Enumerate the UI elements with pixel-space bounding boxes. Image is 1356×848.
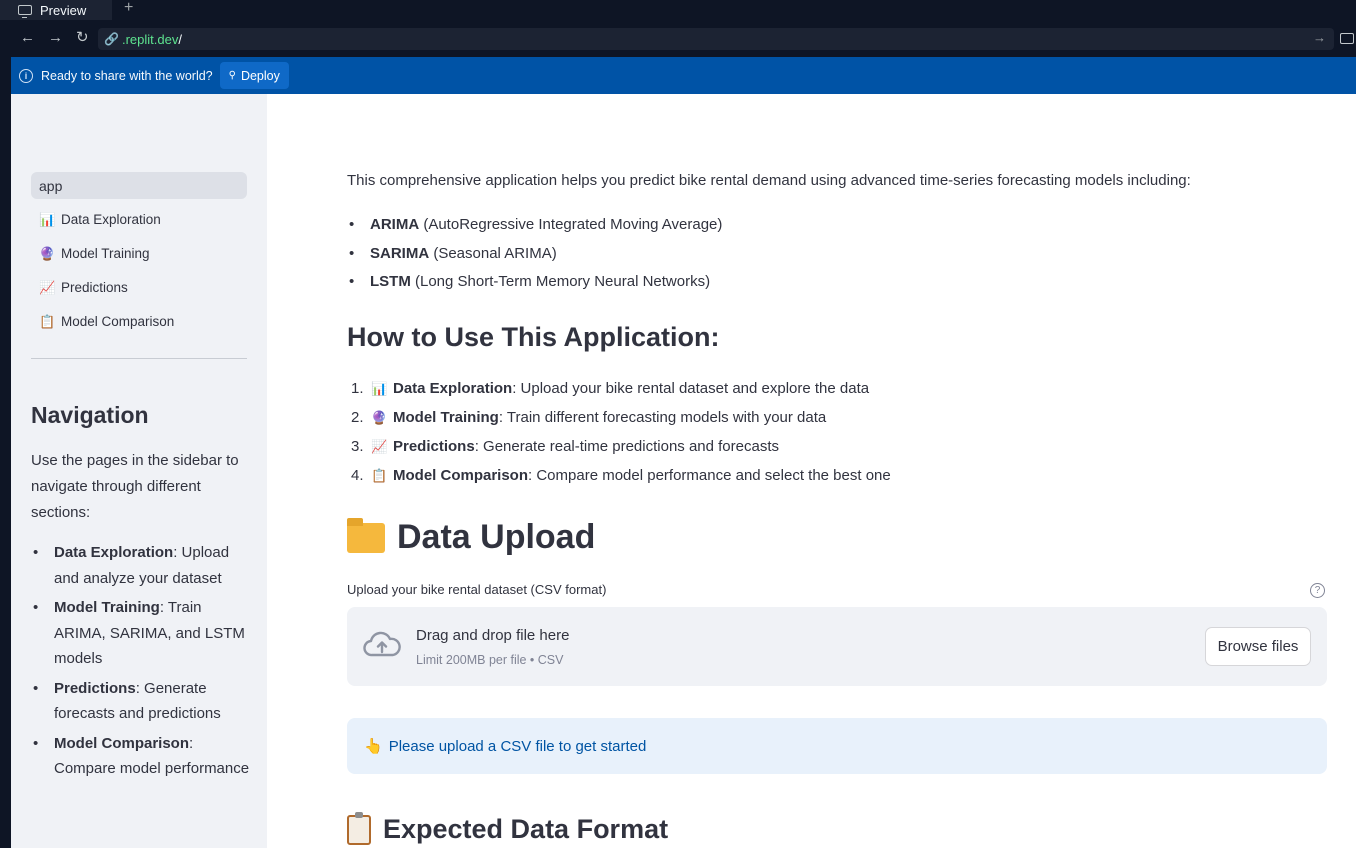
clipboard-icon: 📋 [371,468,388,483]
sidebar-item-data-exploration[interactable]: 📊 Data Exploration [31,206,247,233]
sidebar-divider [31,358,247,359]
sidebar-intro: Use the pages in the sidebar to navigate… [31,452,239,521]
url-path: / [178,31,182,47]
help-icon[interactable]: ? [1310,583,1325,598]
list-item: 2. 🔮 Model Training: Train different forec… [347,403,891,432]
sidebar-item-label: Data Exploration [61,212,161,227]
trend-chart-icon: 📈 [371,439,388,454]
url-bar: ← → ↻ 🔗 .replit.dev / → [0,20,1356,57]
devices-icon[interactable] [1340,33,1354,44]
url-host: .replit.dev [121,31,179,47]
crystal-ball-icon: 🔮 [39,245,56,261]
banner-text: Ready to share with the world? [41,68,213,83]
list-item: Data Exploration: Upload and analyze you… [31,540,251,591]
deploy-label: Deploy [240,68,280,83]
sidebar-page-list: Data Exploration: Upload and analyze you… [31,540,251,786]
dropzone-title: Drag and drop file here [416,627,570,644]
sidebar-item-label: Predictions [61,280,128,295]
left-gutter [0,57,11,848]
url-input[interactable]: 🔗 .replit.dev / → [98,28,1334,50]
sidebar: app 📊 Data Exploration 🔮 Model Training … [11,94,267,848]
list-item: SARIMA (Seasonal ARIMA) [347,241,722,270]
deploy-banner: i Ready to share with the world? ⚲ Deplo… [11,57,1356,94]
info-icon: i [19,68,33,83]
format-heading: Expected Data Format [347,811,668,845]
main-content: This comprehensive application helps you… [267,94,1356,848]
bar-chart-icon: 📊 [371,381,388,396]
sidebar-item-model-comparison[interactable]: 📋 Model Comparison [31,308,247,335]
intro-text: This comprehensive application helps you… [347,172,1191,189]
sidebar-item-label: Model Comparison [61,314,175,329]
clipboard-icon [347,811,371,845]
ide-tab-bar: Preview + [0,0,1356,20]
tab-preview-label: Preview [40,2,87,18]
open-external-icon[interactable]: → [1313,30,1326,45]
crystal-ball-icon: 🔮 [371,410,388,425]
list-item: 1. 📊 Data Exploration: Upload your bike re… [347,374,891,403]
pointing-hand-icon: 👆 [364,738,383,755]
list-item: ARIMA (AutoRegressive Integrated Moving … [347,212,722,241]
sidebar-item-app[interactable]: app [31,172,247,199]
folder-icon [347,517,385,553]
list-item: Model Training: Train ARIMA, SARIMA, and… [31,595,251,672]
howto-heading: How to Use This Application: [347,322,720,352]
upload-heading: Data Upload [347,517,595,557]
add-tab-icon[interactable]: + [124,0,133,17]
info-alert: 👆 Please upload a CSV file to get starte… [347,718,1327,774]
info-alert-text: Please upload a CSV file to get started [388,737,647,755]
list-item: 3. 📈 Predictions: Generate real-time predi… [347,432,891,461]
list-item: LSTM (Long Short-Term Memory Neural Netw… [347,269,722,298]
sidebar-item-model-training[interactable]: 🔮 Model Training [31,240,247,267]
list-item: Model Comparison:Compare model performan… [31,731,251,782]
deploy-button[interactable]: ⚲ Deploy [219,62,289,89]
sidebar-item-label: Model Training [61,246,150,261]
forward-arrow-icon[interactable]: → [48,28,63,48]
reload-icon[interactable]: ↻ [76,28,89,48]
sidebar-item-label: app [39,177,63,194]
cloud-upload-icon [363,631,401,657]
sidebar-heading: Navigation [31,402,149,428]
file-dropzone[interactable]: Drag and drop file here Limit 200MB per … [347,607,1327,686]
browse-files-button[interactable]: Browse files [1205,627,1311,666]
dropzone-limit: Limit 200MB per file • CSV [416,653,564,667]
deploy-icon: ⚲ [228,70,236,81]
tab-preview[interactable]: Preview [0,0,112,20]
sidebar-item-predictions[interactable]: 📈 Predictions [31,274,247,301]
back-arrow-icon[interactable]: ← [20,28,35,48]
monitor-icon [18,5,32,18]
trend-chart-icon: 📈 [39,279,56,295]
clipboard-icon: 📋 [39,313,56,329]
link-icon: 🔗 [104,32,119,46]
model-list: ARIMA (AutoRegressive Integrated Moving … [347,212,722,298]
steps-list: 1. 📊 Data Exploration: Upload your bike re… [347,374,891,490]
bar-chart-icon: 📊 [39,211,56,227]
list-item: 4. 📋 Model Comparison: Compare model perfo… [347,461,891,490]
sidebar-nav: app 📊 Data Exploration 🔮 Model Training … [31,172,247,342]
list-item: Predictions: Generate forecasts and pred… [31,676,251,727]
upload-label: Upload your bike rental dataset (CSV for… [347,582,607,597]
